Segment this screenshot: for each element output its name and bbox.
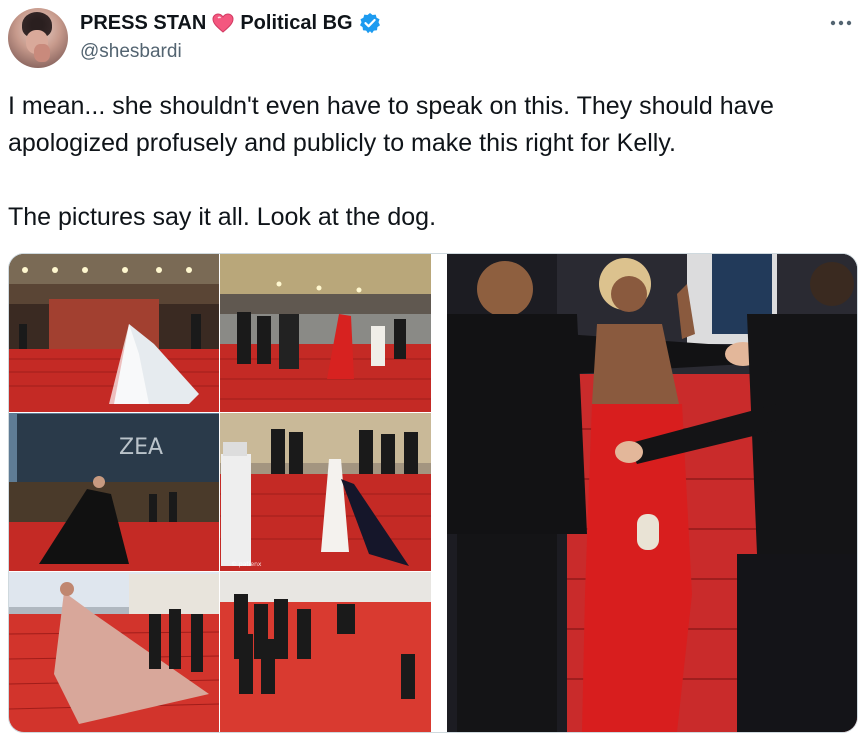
more-options-icon[interactable] [828, 10, 854, 36]
collage-tile-2 [220, 254, 431, 412]
photo-large[interactable] [447, 254, 857, 732]
collage-tile-1 [9, 254, 219, 412]
collage-tile-5 [9, 572, 220, 732]
tweet-text: I mean... she shouldn't even have to spe… [8, 88, 848, 236]
svg-text:ZEA: ZEA [119, 435, 163, 460]
verified-badge-icon[interactable] [359, 12, 381, 34]
author-name-part1[interactable]: PRESS STAN [80, 10, 206, 36]
avatar-hand [34, 44, 50, 62]
collage-tile-6 [220, 572, 431, 732]
tweet-header: PRESS STAN Political BG @shesbardi [80, 10, 381, 64]
avatar[interactable] [8, 8, 68, 68]
author-name-part2[interactable]: Political BG [240, 10, 352, 36]
heart-icon [212, 13, 234, 33]
author-name-row[interactable]: PRESS STAN Political BG [80, 10, 381, 36]
tweet-media[interactable]: ZEA © patienx [8, 253, 858, 733]
tweet-text-line1: I mean... she shouldn't even have to spe… [8, 92, 774, 157]
collage-tile-4 [220, 413, 431, 571]
tweet-text-line2: The pictures say it all. Look at the dog… [8, 203, 437, 231]
photo-collage[interactable]: ZEA © patienx [9, 254, 431, 732]
collage-watermark: © patienx [231, 561, 262, 568]
author-handle[interactable]: @shesbardi [80, 40, 381, 64]
collage-tile-3: ZEA [9, 413, 219, 571]
